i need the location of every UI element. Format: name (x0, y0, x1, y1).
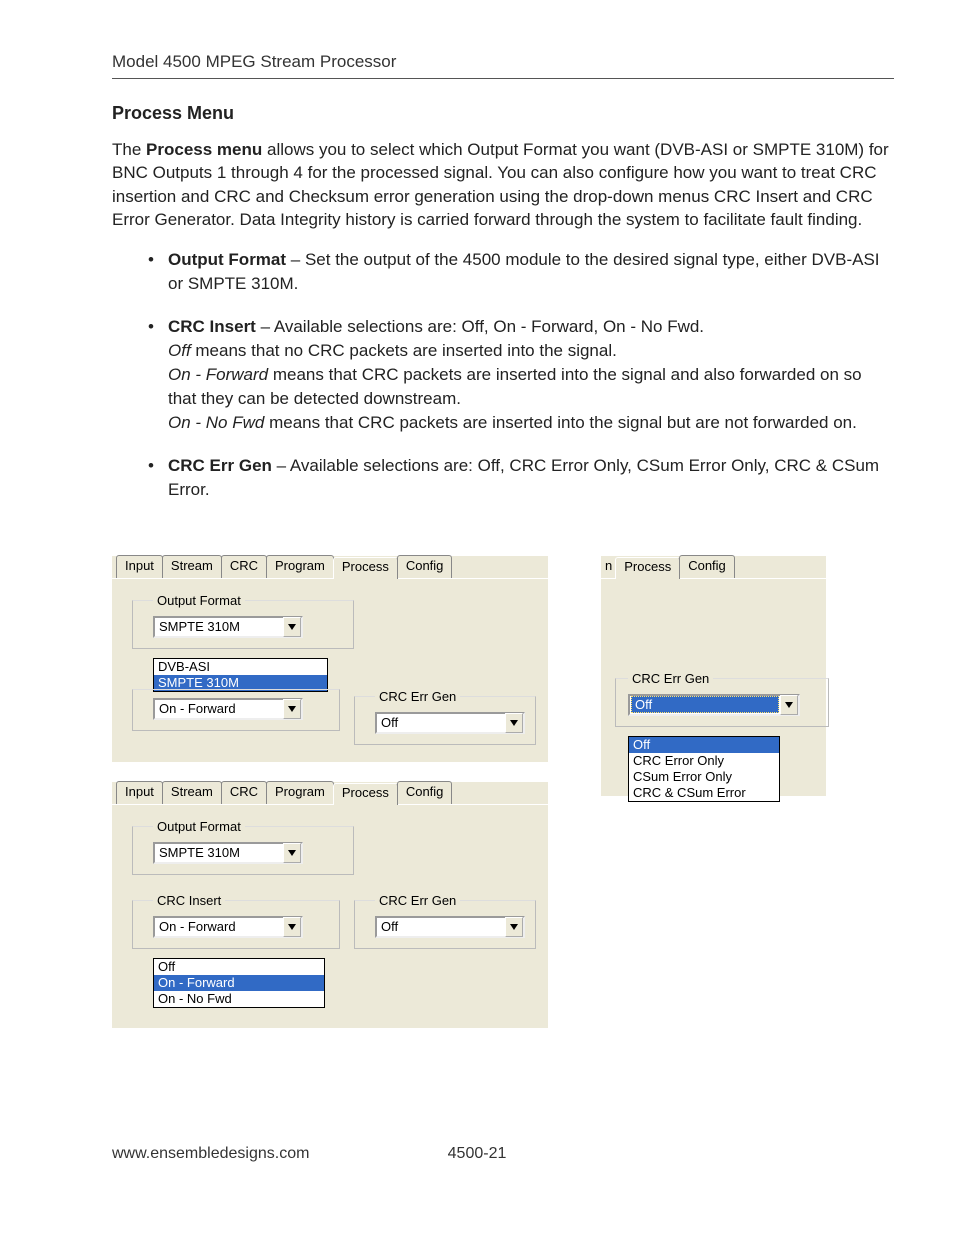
group-label: Output Format (153, 819, 245, 834)
term-on-forward: On - Forward (168, 365, 268, 384)
group-output-format: Output Format SMPTE 310M DVB-ASI SMPTE 3… (132, 593, 354, 649)
tab-crc[interactable]: CRC (221, 781, 267, 804)
tab-input[interactable]: Input (116, 555, 163, 578)
chevron-down-icon[interactable] (283, 617, 301, 637)
crc-err-gen-select[interactable]: Off (375, 916, 525, 938)
tab-input[interactable]: Input (116, 781, 163, 804)
group-crc-insert: CRC Insert On - Forward Off On - Forward… (132, 893, 340, 949)
crc-err-gen-select[interactable]: Off (628, 694, 800, 716)
output-format-select[interactable]: SMPTE 310M (153, 842, 303, 864)
tab-config[interactable]: Config (397, 781, 453, 804)
tab-fragment-n: n (601, 556, 616, 578)
term-on-no-fwd: On - No Fwd (168, 413, 264, 432)
tab-config[interactable]: Config (397, 555, 453, 578)
term: CRC Err Gen (168, 456, 272, 475)
text: means that no CRC packets are inserted i… (191, 341, 617, 360)
option-csum-error-only[interactable]: CSum Error Only (629, 769, 779, 785)
tab-stream[interactable]: Stream (162, 555, 222, 578)
tab-program[interactable]: Program (266, 555, 334, 578)
text: – Available selections are: Off, CRC Err… (168, 456, 879, 499)
option-crc-csum-error[interactable]: CRC & CSum Error (629, 785, 779, 801)
select-value: SMPTE 310M (155, 619, 283, 634)
option-crc-error-only[interactable]: CRC Error Only (629, 753, 779, 769)
group-label: CRC Err Gen (375, 893, 460, 908)
tab-stream[interactable]: Stream (162, 781, 222, 804)
group-crc-err-gen: CRC Err Gen Off (354, 689, 536, 745)
chevron-down-icon[interactable] (505, 917, 523, 937)
chevron-down-icon[interactable] (283, 917, 301, 937)
select-value: Off (377, 919, 505, 934)
group-label: Output Format (153, 593, 245, 608)
tab-program[interactable]: Program (266, 781, 334, 804)
group-label: CRC Err Gen (628, 671, 713, 686)
panel-lower-left: Input Stream CRC Program Process Config … (112, 782, 548, 1028)
crc-insert-select[interactable]: On - Forward (153, 916, 303, 938)
option-dvb-asi[interactable]: DVB-ASI (154, 659, 327, 675)
panel-upper-left: Input Stream CRC Program Process Config … (112, 556, 548, 762)
chevron-down-icon[interactable] (283, 843, 301, 863)
term: CRC Insert (168, 317, 256, 336)
term-off: Off (168, 341, 191, 360)
option-off[interactable]: Off (629, 737, 779, 753)
select-value: Off (631, 696, 779, 713)
crc-insert-options[interactable]: Off On - Forward On - No Fwd (153, 958, 325, 1008)
bullet-crc-insert: CRC Insert – Available selections are: O… (168, 315, 888, 434)
crc-insert-select[interactable]: On - Forward (153, 698, 303, 720)
text: The (112, 140, 146, 159)
tab-process[interactable]: Process (333, 783, 398, 805)
term-process-menu: Process menu (146, 140, 262, 159)
group-label: CRC Err Gen (375, 689, 460, 704)
text: means that CRC packets are inserted into… (168, 365, 862, 408)
footer-page-number: 4500-21 (448, 1145, 507, 1163)
chevron-down-icon[interactable] (505, 713, 523, 733)
panel-right: n Process Config CRC Err Gen Off Off CRC (601, 556, 826, 796)
group-output-format: Output Format SMPTE 310M (132, 819, 354, 875)
group-crc-insert: On - Forward (132, 689, 340, 731)
crc-err-gen-options[interactable]: Off CRC Error Only CSum Error Only CRC &… (628, 736, 780, 802)
option-off[interactable]: Off (154, 959, 324, 975)
tab-process[interactable]: Process (333, 557, 398, 579)
select-value: SMPTE 310M (155, 845, 283, 860)
select-value: Off (377, 715, 505, 730)
group-crc-err-gen: CRC Err Gen Off Off CRC Error Only CSum … (615, 671, 829, 727)
tab-config[interactable]: Config (679, 555, 735, 578)
footer-url: www.ensembledesigns.com (112, 1145, 309, 1163)
select-value: On - Forward (155, 919, 283, 934)
bullet-output-format: Output Format – Set the output of the 45… (168, 248, 888, 296)
crc-err-gen-select[interactable]: Off (375, 712, 525, 734)
option-on-no-fwd[interactable]: On - No Fwd (154, 991, 324, 1007)
intro-paragraph: The Process menu allows you to select wh… (112, 138, 894, 232)
tab-crc[interactable]: CRC (221, 555, 267, 578)
tab-process[interactable]: Process (615, 557, 680, 579)
option-on-forward[interactable]: On - Forward (154, 975, 324, 991)
running-head: Model 4500 MPEG Stream Processor (112, 52, 894, 79)
chevron-down-icon[interactable] (780, 695, 798, 715)
term: Output Format (168, 250, 286, 269)
section-title: Process Menu (112, 103, 894, 124)
bullet-crc-err-gen: CRC Err Gen – Available selections are: … (168, 454, 888, 502)
group-crc-err-gen: CRC Err Gen Off (354, 893, 536, 949)
text: – Available selections are: Off, On - Fo… (256, 317, 704, 336)
select-value: On - Forward (155, 701, 283, 716)
bullet-list: Output Format – Set the output of the 45… (112, 248, 894, 502)
group-label: CRC Insert (153, 893, 225, 908)
output-format-select[interactable]: SMPTE 310M (153, 616, 303, 638)
chevron-down-icon[interactable] (283, 699, 301, 719)
text: means that CRC packets are inserted into… (264, 413, 857, 432)
